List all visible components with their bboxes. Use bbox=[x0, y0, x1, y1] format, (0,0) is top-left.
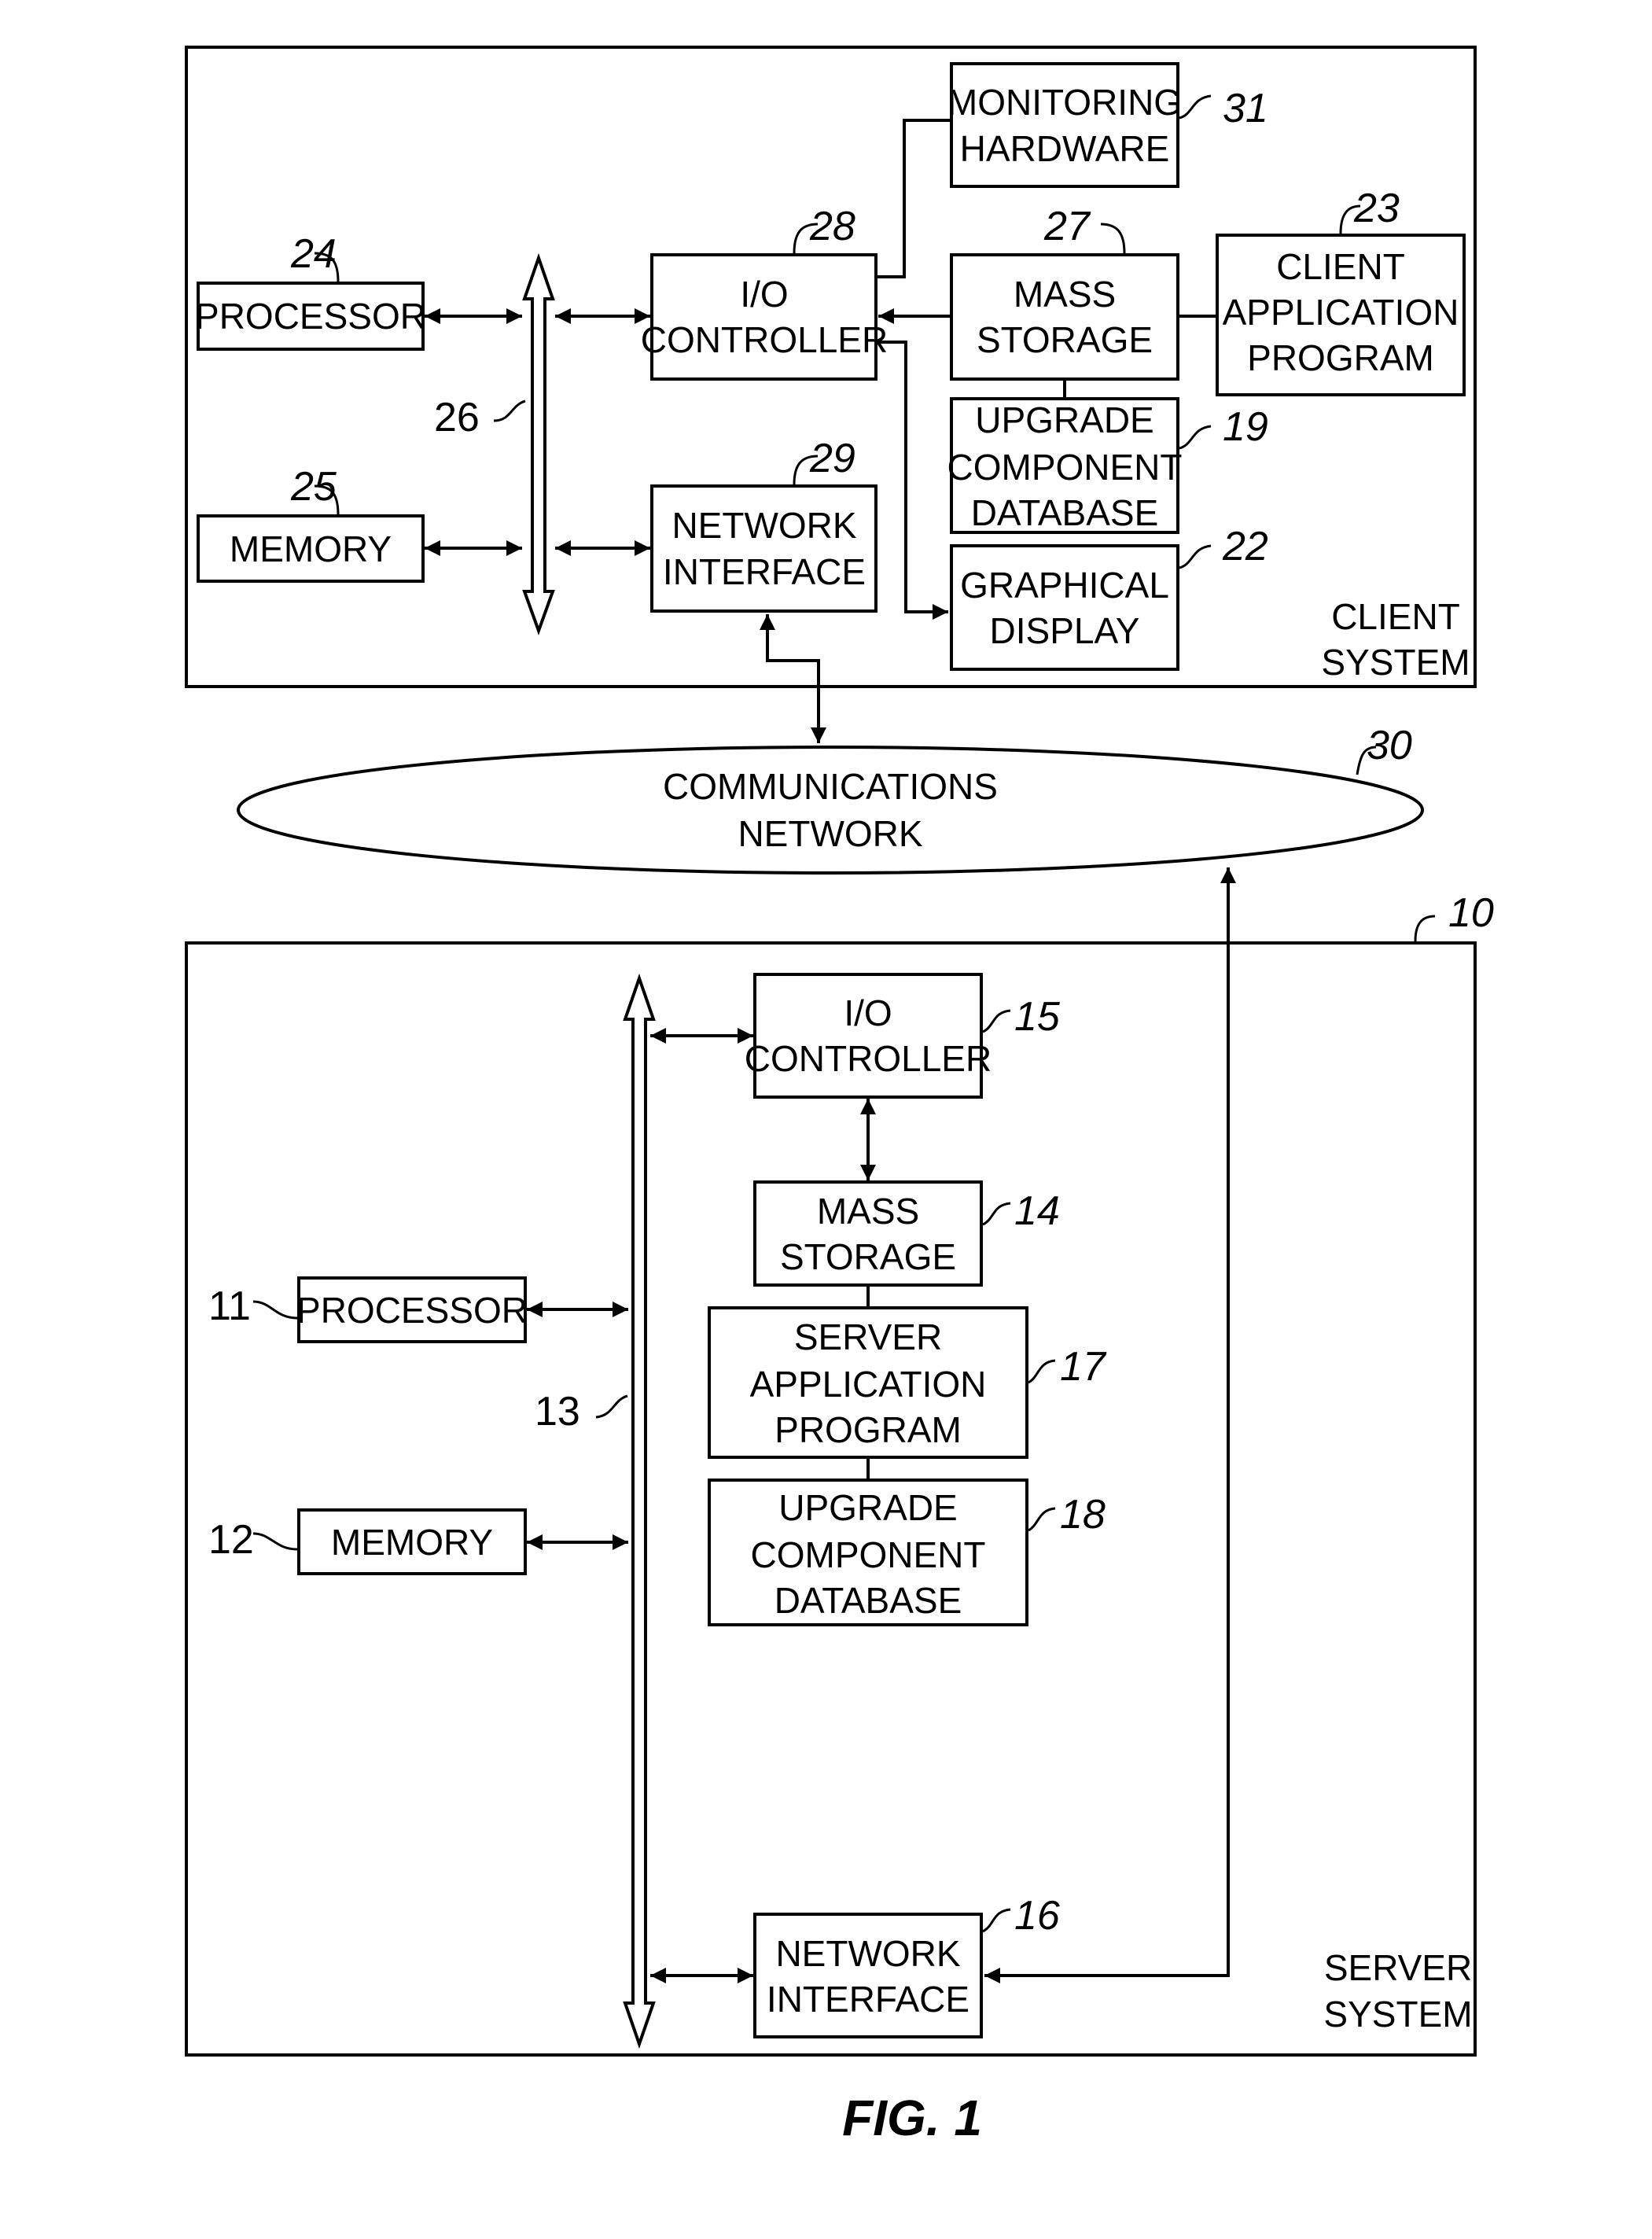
server-system: 10 SERVER SYSTEM 13 PROCESSOR 11 MEMORY … bbox=[185, 890, 1494, 2057]
ref-leader-31 bbox=[1179, 94, 1212, 120]
server-application-program-label-line2: APPLICATION bbox=[750, 1364, 987, 1405]
server-upgrade-component-database-block[interactable]: UPGRADE COMPONENT DATABASE bbox=[708, 1479, 1028, 1626]
ref-leader-17 bbox=[1028, 1359, 1056, 1384]
communications-network-label-line1: COMMUNICATIONS bbox=[663, 766, 998, 807]
client-memory-block[interactable]: MEMORY bbox=[197, 514, 425, 583]
client-io-controller-block[interactable]: I/O CONTROLLER bbox=[641, 253, 888, 381]
server-network-interface-block[interactable]: NETWORK INTERFACE bbox=[753, 1913, 983, 2038]
monitoring-hardware-label-line1: MONITORING bbox=[947, 82, 1182, 123]
ref-31: 31 bbox=[1223, 86, 1268, 131]
ref-16: 16 bbox=[1014, 1893, 1060, 1939]
server-upgrade-db-label-line3: DATABASE bbox=[774, 1580, 962, 1621]
ref-13: 13 bbox=[535, 1389, 580, 1434]
graphical-display-block[interactable]: GRAPHICAL DISPLAY bbox=[950, 544, 1179, 671]
communications-network[interactable]: COMMUNICATIONS NETWORK bbox=[237, 746, 1424, 875]
ref-15: 15 bbox=[1014, 994, 1061, 1040]
server-network-interface-label-line1: NETWORK bbox=[775, 1933, 960, 1974]
server-mass-storage-label-line1: MASS bbox=[817, 1191, 919, 1232]
client-system-label-line2: SYSTEM bbox=[1321, 642, 1470, 683]
arrow-io-controller-graphical-display bbox=[876, 341, 948, 620]
ref-leader-18 bbox=[1028, 1507, 1056, 1532]
ref-19: 19 bbox=[1223, 404, 1268, 450]
server-system-label-line2: SYSTEM bbox=[1323, 1994, 1472, 2035]
ref-30: 30 bbox=[1367, 723, 1412, 768]
ref-29: 29 bbox=[809, 436, 855, 481]
client-memory-label: MEMORY bbox=[230, 528, 392, 569]
client-application-program-label-line1: CLIENT bbox=[1276, 246, 1405, 287]
server-processor-label: PROCESSOR bbox=[296, 1290, 528, 1331]
client-processor-label: PROCESSOR bbox=[195, 296, 426, 337]
graphical-display-label-line2: DISPLAY bbox=[990, 610, 1140, 651]
client-application-program-block[interactable]: CLIENT APPLICATION PROGRAM bbox=[1216, 234, 1466, 396]
server-application-program-label-line1: SERVER bbox=[794, 1317, 942, 1357]
server-mass-storage-label-line2: STORAGE bbox=[780, 1236, 956, 1277]
ref-24: 24 bbox=[290, 231, 337, 277]
monitoring-hardware-label-line2: HARDWARE bbox=[960, 128, 1170, 169]
client-bus-26 bbox=[522, 252, 555, 635]
ref-leader-13 bbox=[595, 1394, 628, 1419]
client-io-controller-label-line1: I/O bbox=[740, 274, 788, 315]
server-application-program-block[interactable]: SERVER APPLICATION PROGRAM bbox=[708, 1306, 1028, 1459]
server-bus-13 bbox=[623, 973, 656, 2049]
ref-10: 10 bbox=[1448, 890, 1494, 936]
client-processor-block[interactable]: PROCESSOR bbox=[195, 282, 426, 351]
server-upgrade-db-label-line2: COMPONENT bbox=[751, 1534, 986, 1575]
client-network-interface-label-line1: NETWORK bbox=[671, 505, 856, 546]
ref-11: 11 bbox=[208, 1283, 251, 1329]
server-system-label-line1: SERVER bbox=[1324, 1947, 1472, 1988]
ref-leader-11 bbox=[252, 1300, 298, 1320]
ref-leader-26 bbox=[493, 400, 526, 422]
ref-25: 25 bbox=[290, 464, 337, 510]
client-mass-storage-label-line1: MASS bbox=[1014, 274, 1116, 315]
client-application-program-label-line3: PROGRAM bbox=[1247, 337, 1434, 378]
ref-leader-10 bbox=[1414, 915, 1436, 942]
line-io-controller-monitoring bbox=[876, 119, 951, 278]
ref-26: 26 bbox=[434, 395, 480, 440]
ref-leader-15 bbox=[982, 1009, 1011, 1033]
ref-leader-19 bbox=[1179, 425, 1212, 450]
communications-network-label-line2: NETWORK bbox=[738, 813, 922, 854]
client-upgrade-db-label-line2: COMPONENT bbox=[947, 447, 1183, 488]
client-system: CLIENT SYSTEM PROCESSOR 24 MEMORY 25 26 … bbox=[185, 46, 1477, 688]
ref-27: 27 bbox=[1043, 204, 1091, 249]
ref-12: 12 bbox=[208, 1517, 254, 1563]
ref-leader-16 bbox=[982, 1908, 1011, 1933]
ref-leader-12 bbox=[252, 1532, 298, 1551]
monitoring-hardware-block[interactable]: MONITORING HARDWARE bbox=[947, 62, 1182, 188]
client-system-label-line1: CLIENT bbox=[1331, 596, 1460, 637]
client-application-program-label-line2: APPLICATION bbox=[1223, 292, 1459, 333]
client-network-interface-label-line2: INTERFACE bbox=[663, 551, 866, 592]
ref-23: 23 bbox=[1353, 186, 1400, 231]
ref-22: 22 bbox=[1222, 524, 1268, 569]
server-memory-block[interactable]: MEMORY bbox=[297, 1508, 527, 1575]
ref-18: 18 bbox=[1060, 1492, 1106, 1537]
system-diagram: CLIENT SYSTEM PROCESSOR 24 MEMORY 25 26 … bbox=[185, 46, 1494, 2146]
ref-leader-14 bbox=[982, 1202, 1011, 1226]
ref-17: 17 bbox=[1060, 1344, 1107, 1390]
server-upgrade-db-label-line1: UPGRADE bbox=[778, 1487, 957, 1528]
server-processor-block[interactable]: PROCESSOR bbox=[296, 1276, 528, 1343]
client-upgrade-component-database-block[interactable]: UPGRADE COMPONENT DATABASE bbox=[947, 397, 1183, 534]
client-mass-storage-label-line2: STORAGE bbox=[977, 319, 1153, 360]
server-application-program-label-line3: PROGRAM bbox=[774, 1409, 962, 1450]
client-io-controller-label-line2: CONTROLLER bbox=[641, 319, 888, 360]
figure-caption: FIG. 1 bbox=[842, 2090, 982, 2146]
client-upgrade-db-label-line1: UPGRADE bbox=[975, 400, 1153, 440]
ref-28: 28 bbox=[809, 204, 855, 249]
client-network-interface-block[interactable]: NETWORK INTERFACE bbox=[650, 484, 878, 613]
client-mass-storage-block[interactable]: MASS STORAGE bbox=[950, 253, 1179, 381]
server-mass-storage-block[interactable]: MASS STORAGE bbox=[753, 1180, 983, 1287]
server-io-controller-label-line1: I/O bbox=[844, 992, 892, 1033]
ref-14: 14 bbox=[1014, 1188, 1060, 1234]
arrow-client-network-link bbox=[760, 614, 826, 743]
ref-leader-27 bbox=[1100, 223, 1126, 254]
server-io-controller-block[interactable]: I/O CONTROLLER bbox=[745, 973, 992, 1099]
server-io-controller-label-line2: CONTROLLER bbox=[745, 1038, 992, 1079]
graphical-display-label-line1: GRAPHICAL bbox=[960, 565, 1169, 606]
ref-leader-22 bbox=[1179, 544, 1212, 569]
client-upgrade-db-label-line3: DATABASE bbox=[971, 492, 1159, 533]
server-network-interface-label-line2: INTERFACE bbox=[767, 1979, 969, 2020]
server-memory-label: MEMORY bbox=[331, 1522, 493, 1563]
